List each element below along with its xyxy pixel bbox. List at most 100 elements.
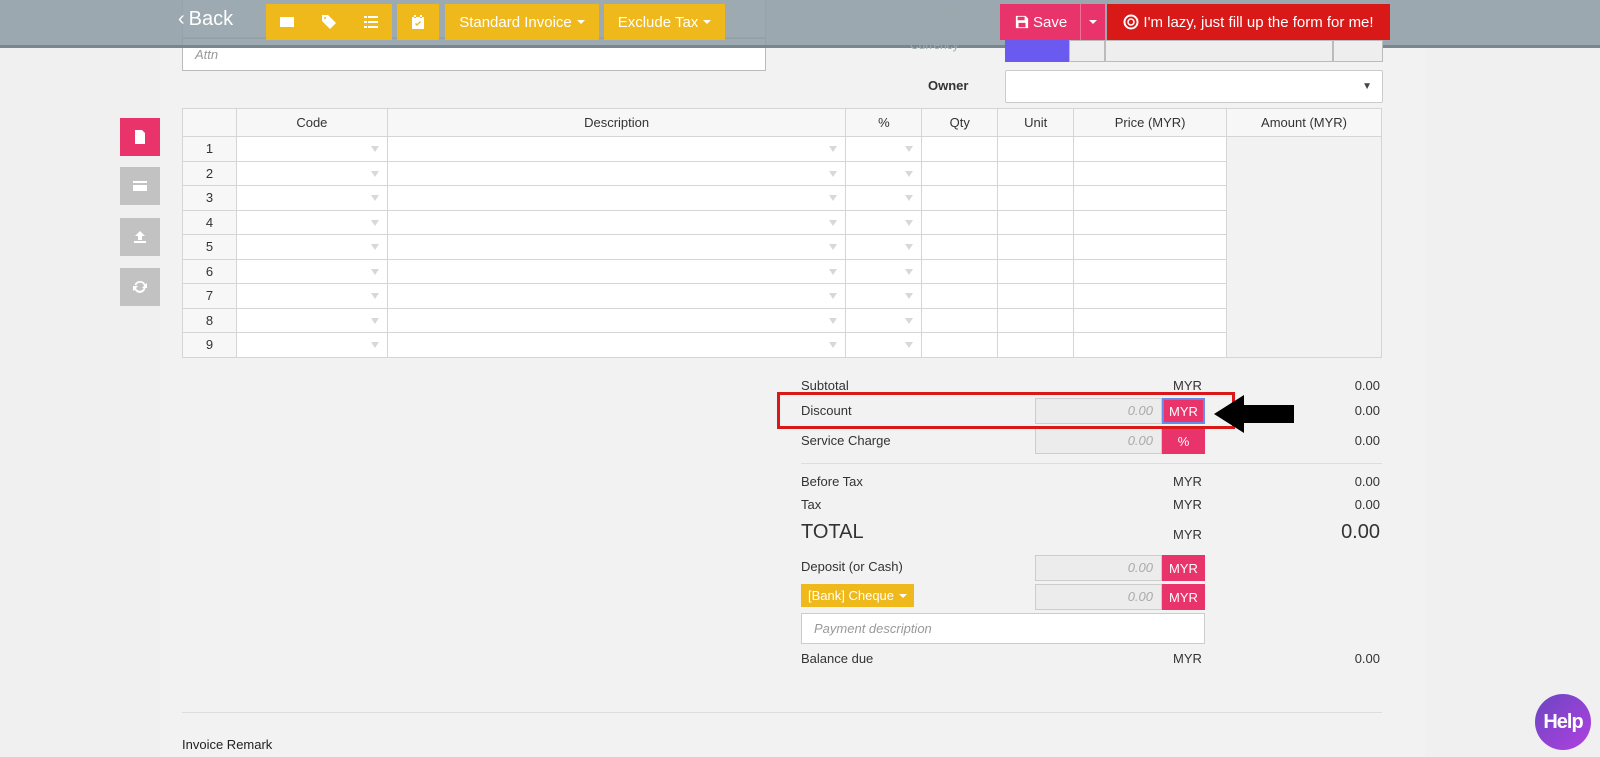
row-number: 2 <box>182 160 237 186</box>
description-cell[interactable] <box>386 332 847 358</box>
credit-card-icon <box>280 17 294 27</box>
qty-cell[interactable] <box>921 136 999 162</box>
description-cell[interactable] <box>386 160 847 186</box>
code-cell[interactable] <box>235 283 388 309</box>
unit-cell[interactable] <box>997 234 1075 260</box>
unit-cell[interactable] <box>997 332 1075 358</box>
save-button[interactable]: Save <box>1000 4 1105 40</box>
balance-due-currency: MYR <box>1173 651 1202 666</box>
unit-cell[interactable] <box>997 209 1075 235</box>
row-number: 3 <box>182 185 237 211</box>
invoice-type-dropdown[interactable]: Standard Invoice <box>445 4 599 40</box>
tax-mode-dropdown[interactable]: Exclude Tax <box>604 4 725 40</box>
code-cell[interactable] <box>235 209 388 235</box>
percent-cell[interactable] <box>845 234 923 260</box>
caret-down-icon <box>703 20 712 24</box>
list-icon <box>364 16 378 28</box>
unit-cell[interactable] <box>997 136 1075 162</box>
discount-highlight-box <box>777 392 1235 429</box>
before-tax-label: Before Tax <box>801 474 863 489</box>
document-side-button[interactable] <box>120 118 160 156</box>
calendar-check-icon <box>412 15 424 29</box>
save-options-toggle[interactable] <box>1080 4 1105 40</box>
code-cell[interactable] <box>235 234 388 260</box>
qty-cell[interactable] <box>921 160 999 186</box>
column-header: Unit <box>997 108 1075 137</box>
code-cell[interactable] <box>235 185 388 211</box>
description-cell[interactable] <box>386 209 847 235</box>
help-widget-button[interactable]: Help <box>1535 694 1591 750</box>
owner-select[interactable]: ▼ <box>1005 70 1383 103</box>
qty-cell[interactable] <box>921 209 999 235</box>
payment-description-input[interactable]: Payment description <box>801 613 1205 644</box>
code-cell[interactable] <box>235 258 388 284</box>
percent-cell[interactable] <box>845 160 923 186</box>
outer-margin <box>0 0 160 757</box>
qty-cell[interactable] <box>921 258 999 284</box>
payment-method-dropdown[interactable]: [Bank] Cheque <box>801 584 915 607</box>
tax-label: Tax <box>801 497 822 512</box>
unit-cell[interactable] <box>997 307 1075 333</box>
document-icon <box>135 130 145 144</box>
code-cell[interactable] <box>235 136 388 162</box>
qty-cell[interactable] <box>921 307 999 333</box>
save-label: Save <box>1033 13 1068 31</box>
percent-cell[interactable] <box>845 307 923 333</box>
unit-cell[interactable] <box>997 258 1075 284</box>
total-currency: MYR <box>1173 527 1202 542</box>
service-charge-input[interactable]: 0.00 <box>1035 428 1162 454</box>
description-cell[interactable] <box>386 234 847 260</box>
payment-toolbar-button[interactable] <box>266 4 308 40</box>
list-toolbar-button[interactable] <box>350 4 392 40</box>
upload-side-button[interactable] <box>120 218 160 256</box>
price-cell[interactable] <box>1073 283 1228 309</box>
price-cell[interactable] <box>1073 136 1228 162</box>
row-number: 9 <box>182 332 237 358</box>
price-cell[interactable] <box>1073 234 1228 260</box>
calendar-toolbar-button[interactable] <box>397 4 439 40</box>
autofill-button[interactable]: I'm lazy, just fill up the form for me! <box>1107 4 1390 40</box>
percent-cell[interactable] <box>845 209 923 235</box>
deposit-input[interactable]: 0.00 <box>1035 555 1162 581</box>
deposit-unit-button[interactable]: MYR <box>1162 555 1205 581</box>
unit-cell[interactable] <box>997 185 1075 211</box>
qty-cell[interactable] <box>921 234 999 260</box>
price-cell[interactable] <box>1073 160 1228 186</box>
payment-side-button[interactable] <box>120 167 160 205</box>
code-cell[interactable] <box>235 160 388 186</box>
invoice-type-label: Standard Invoice <box>459 13 572 31</box>
back-button[interactable]: ‹ Back <box>178 8 233 31</box>
code-cell[interactable] <box>235 332 388 358</box>
tag-toolbar-button[interactable] <box>308 4 350 40</box>
service-charge-unit-button[interactable]: % <box>1162 428 1205 454</box>
refresh-side-button[interactable] <box>120 268 160 306</box>
table-row: 8 <box>182 307 1382 333</box>
description-cell[interactable] <box>386 185 847 211</box>
percent-cell[interactable] <box>845 185 923 211</box>
bank-amount-input[interactable]: 0.00 <box>1035 584 1162 610</box>
code-cell[interactable] <box>235 307 388 333</box>
percent-cell[interactable] <box>845 258 923 284</box>
deposit-label: Deposit (or Cash) <box>801 559 903 574</box>
unit-cell[interactable] <box>997 160 1075 186</box>
price-cell[interactable] <box>1073 307 1228 333</box>
description-cell[interactable] <box>386 136 847 162</box>
price-cell[interactable] <box>1073 185 1228 211</box>
percent-cell[interactable] <box>845 332 923 358</box>
description-cell[interactable] <box>386 307 847 333</box>
price-cell[interactable] <box>1073 332 1228 358</box>
qty-cell[interactable] <box>921 332 999 358</box>
qty-cell[interactable] <box>921 185 999 211</box>
percent-cell[interactable] <box>845 136 923 162</box>
description-cell[interactable] <box>386 258 847 284</box>
section-divider <box>182 712 1382 713</box>
qty-cell[interactable] <box>921 283 999 309</box>
percent-cell[interactable] <box>845 283 923 309</box>
unit-cell[interactable] <box>997 283 1075 309</box>
price-cell[interactable] <box>1073 209 1228 235</box>
pointer-arrow-icon <box>1214 395 1294 433</box>
price-cell[interactable] <box>1073 258 1228 284</box>
description-cell[interactable] <box>386 283 847 309</box>
row-number: 6 <box>182 258 237 284</box>
bank-unit-button[interactable]: MYR <box>1162 584 1205 610</box>
